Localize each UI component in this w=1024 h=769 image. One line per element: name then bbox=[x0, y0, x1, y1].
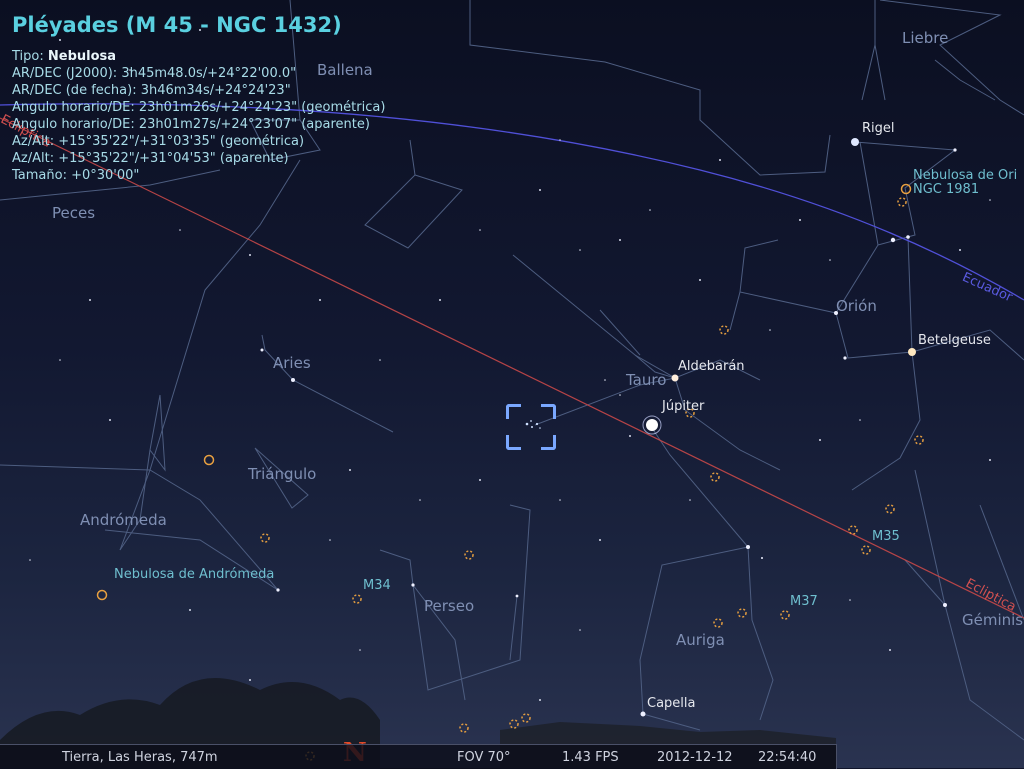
constellation-label-orion[interactable]: Orión bbox=[836, 298, 877, 314]
dso-label-ngc1981[interactable]: NGC 1981 bbox=[913, 182, 979, 198]
info-row-hour-angle-geometric: Angulo horario/DE: 23h01m26s/+24°24'23" … bbox=[12, 100, 386, 115]
info-row-hour-angle-apparent: Angulo horario/DE: 23h01m27s/+24°23'07" … bbox=[12, 117, 370, 132]
dso-label-m37[interactable]: M37 bbox=[790, 594, 818, 610]
object-type-row: Tipo: Nebulosa bbox=[12, 48, 385, 65]
status-location[interactable]: Tierra, Las Heras, 747m bbox=[62, 750, 218, 765]
constellation-label-triangulo[interactable]: Triángulo bbox=[248, 466, 316, 482]
named-stars bbox=[260, 148, 957, 717]
status-fps: 1.43 FPS bbox=[562, 750, 619, 765]
dso-label-andromeda-nebula[interactable]: Nebulosa de Andrómeda bbox=[114, 567, 274, 583]
info-row-radec-j2000: AR/DEC (J2000): 3h45m48.0s/+24°22'00.0" bbox=[12, 66, 297, 81]
aldebaran-star bbox=[671, 374, 679, 382]
constellation-label-perseo[interactable]: Perseo bbox=[424, 598, 474, 614]
selection-reticle bbox=[506, 404, 556, 450]
star-label-aldebaran[interactable]: Aldebarán bbox=[678, 359, 745, 375]
status-fov: FOV 70° bbox=[457, 750, 511, 765]
constellation-label-tauro[interactable]: Tauro bbox=[626, 372, 666, 388]
info-row-azalt-geometric: Az/Alt: +15°35'22"/+31°03'35" (geométric… bbox=[12, 134, 305, 149]
status-date[interactable]: 2012-12-12 bbox=[657, 750, 733, 765]
constellation-label-geminis[interactable]: Géminis bbox=[962, 612, 1023, 628]
object-info-panel: Pléyades (M 45 - NGC 1432) Tipo: Nebulos… bbox=[12, 12, 385, 184]
info-row-azalt-apparent: Az/Alt: +15°35'22"/+31°04'53" (aparente) bbox=[12, 151, 289, 166]
constellation-label-auriga[interactable]: Auriga bbox=[676, 632, 725, 648]
dso-label-m34[interactable]: M34 bbox=[363, 578, 391, 594]
status-bar[interactable]: Tierra, Las Heras, 747m FOV 70° 1.43 FPS… bbox=[0, 744, 837, 769]
galaxy-markers bbox=[96, 183, 912, 601]
object-title: Pléyades (M 45 - NGC 1432) bbox=[12, 13, 342, 37]
status-time[interactable]: 22:54:40 bbox=[758, 750, 816, 765]
constellation-label-andromeda[interactable]: Andrómeda bbox=[80, 512, 167, 528]
rigel-star bbox=[851, 138, 859, 146]
object-type-value: Nebulosa bbox=[47, 49, 117, 64]
star-label-rigel[interactable]: Rigel bbox=[862, 121, 895, 137]
info-row-size: Tamaño: +0°30'00" bbox=[12, 168, 140, 183]
jupiter-planet bbox=[646, 419, 658, 431]
star-label-betelgeuse[interactable]: Betelgeuse bbox=[918, 333, 991, 349]
info-row-radec-date: AR/DEC (de fecha): 3h46m34s/+24°24'23" bbox=[12, 83, 291, 98]
dso-markers bbox=[260, 197, 924, 761]
object-type-label: Tipo: bbox=[12, 49, 44, 64]
betelgeuse-star bbox=[908, 348, 916, 356]
dso-label-m35[interactable]: M35 bbox=[872, 529, 900, 545]
constellation-label-liebre[interactable]: Liebre bbox=[902, 30, 948, 46]
constellation-label-peces[interactable]: Peces bbox=[52, 205, 95, 221]
ecliptic-line bbox=[0, 117, 1024, 619]
planet-label-jupiter[interactable]: Júpiter bbox=[662, 399, 704, 415]
star-label-capella[interactable]: Capella bbox=[647, 696, 695, 712]
constellation-label-aries[interactable]: Aries bbox=[273, 355, 311, 371]
